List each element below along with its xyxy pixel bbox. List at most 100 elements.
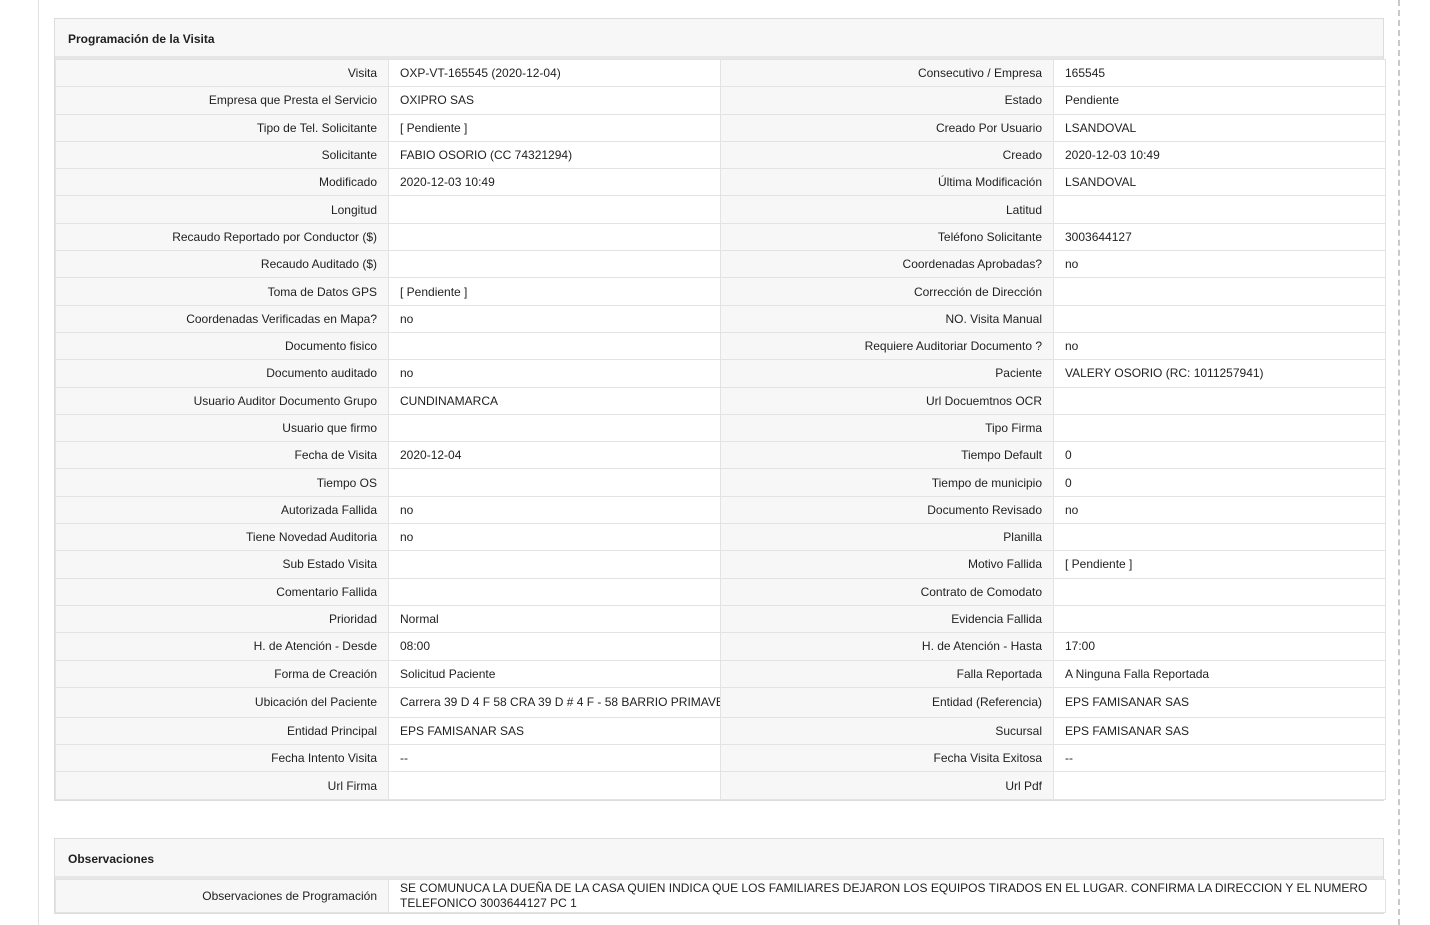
field-label: Comentario Fallida: [55, 577, 389, 606]
field-value: EPS FAMISANAR SAS: [1053, 686, 1386, 718]
field-label: Recaudo Auditado ($): [55, 250, 389, 279]
field-label: Latitud: [720, 195, 1054, 224]
detail-row: Solicitante FABIO OSORIO (CC 74321294) Cre…: [55, 140, 1386, 170]
field-value: Pendiente: [1053, 86, 1386, 115]
field-value: [ Pendiente ]: [388, 113, 721, 142]
field-label: Tipo Firma: [720, 413, 1054, 443]
field-label: Teléfono Solicitante: [720, 222, 1054, 252]
field-value: no: [388, 495, 721, 525]
field-value: Carrera 39 D 4 F 58 CRA 39 D # 4 F - 58 …: [388, 686, 721, 718]
observations-table: Observaciones de Programación SE COMUNUC…: [55, 879, 1386, 913]
field-label: Fecha de Visita: [55, 441, 389, 470]
field-value: A Ninguna Falla Reportada: [1053, 659, 1386, 688]
detail-row: Documento fisico Requiere Auditoriar Docu…: [55, 331, 1386, 361]
field-value: 165545: [1053, 58, 1386, 88]
observations-row: Observaciones de Programación SE COMUNUC…: [55, 879, 1386, 913]
field-value: [1053, 386, 1386, 415]
field-value: CUNDINAMARCA: [388, 386, 721, 415]
field-value: [388, 577, 721, 606]
detail-row: Sub Estado Visita Motivo Fallida[ Pendien…: [55, 550, 1386, 579]
detail-row: Url Firma Url Pdf: [55, 771, 1386, 800]
field-label: Coordenadas Aprobadas?: [720, 250, 1054, 279]
detail-row: Documento auditado no Paciente VALERY OSOR…: [55, 359, 1386, 388]
field-label: Tiempo de municipio: [720, 468, 1054, 497]
detail-row: Usuario que firmo Tipo Firma: [55, 413, 1386, 443]
field-label: Entidad Principal: [55, 716, 389, 746]
field-value: 2020-12-03 10:49: [1053, 140, 1386, 170]
field-value: [ Pendiente ]: [388, 277, 721, 306]
field-value: [1053, 523, 1386, 552]
field-value: 08:00: [388, 632, 721, 661]
field-label: Usuario que firmo: [55, 413, 389, 443]
right-dashed-divider: [1398, 0, 1400, 925]
detail-row: H. de Atención - Desde 08:00 H. de Atenció…: [55, 632, 1386, 661]
detail-row: Empresa que Presta el Servicio OXIPRO SAS…: [55, 86, 1386, 115]
field-value: no: [388, 359, 721, 388]
field-value: no: [388, 523, 721, 552]
field-label: Toma de Datos GPS: [55, 277, 389, 306]
field-value: no: [1053, 331, 1386, 361]
field-value: [388, 550, 721, 579]
visit-schedule-panel: Programación de la Visita Visita OXP-VT-1…: [54, 18, 1386, 801]
field-label: Url Pdf: [720, 771, 1054, 800]
field-label: Usuario Auditor Documento Grupo: [55, 386, 389, 415]
field-value: EPS FAMISANAR SAS: [388, 716, 721, 746]
field-label: Sucursal: [720, 716, 1054, 746]
field-value: --: [388, 744, 721, 773]
field-label: Autorizada Fallida: [55, 495, 389, 525]
observations-label: Observaciones de Programación: [55, 879, 389, 913]
detail-row: Comentario Fallida Contrato de Comodato: [55, 577, 1386, 606]
field-value: [1053, 577, 1386, 606]
field-value: [1053, 277, 1386, 306]
observations-panel: Observaciones Observaciones de Programac…: [54, 838, 1386, 914]
detail-row: Tipo de Tel. Solicitante[ Pendiente ] Cre…: [55, 113, 1386, 142]
field-label: Documento Revisado: [720, 495, 1054, 525]
field-value: [ Pendiente ]: [1053, 550, 1386, 579]
field-value: [388, 468, 721, 497]
detail-row: Autorizada Fallida no Documento Revisado …: [55, 495, 1386, 525]
field-label: Evidencia Fallida: [720, 604, 1054, 634]
field-value: no: [1053, 495, 1386, 525]
page: Programación de la Visita Visita OXP-VT-1…: [0, 0, 1430, 925]
field-value: Solicitud Paciente: [388, 659, 721, 688]
detail-row: Modificado 2020-12-03 10:49 Última Modific…: [55, 168, 1386, 197]
field-label: Tiempo OS: [55, 468, 389, 497]
visit-schedule-title: Programación de la Visita: [55, 19, 1383, 59]
detail-row: Fecha de Visita 2020-12-04 Tiempo Default…: [55, 441, 1386, 470]
field-value: VALERY OSORIO (RC: 1011257941): [1053, 359, 1386, 388]
field-label: Empresa que Presta el Servicio: [55, 86, 389, 115]
field-value: 17:00: [1053, 632, 1386, 661]
field-value: [1053, 413, 1386, 443]
field-label: H. de Atención - Hasta: [720, 632, 1054, 661]
field-label: Última Modificación: [720, 168, 1054, 197]
detail-row: Longitud Latitud: [55, 195, 1386, 224]
field-label: Modificado: [55, 168, 389, 197]
field-label: Solicitante: [55, 140, 389, 170]
field-label: Creado Por Usuario: [720, 113, 1054, 142]
field-value: 0: [1053, 441, 1386, 470]
field-label: Fecha Visita Exitosa: [720, 744, 1054, 773]
observations-title: Observaciones: [55, 839, 1383, 879]
field-value: Normal: [388, 604, 721, 634]
field-label: Prioridad: [55, 604, 389, 634]
field-label: Sub Estado Visita: [55, 550, 389, 579]
field-label: H. de Atención - Desde: [55, 632, 389, 661]
field-label: Planilla: [720, 523, 1054, 552]
field-label: Consecutivo / Empresa: [720, 58, 1054, 88]
detail-row: Ubicación del Paciente Carrera 39 D 4 F 5…: [55, 686, 1386, 718]
field-label: Tiene Novedad Auditoria: [55, 523, 389, 552]
field-label: NO. Visita Manual: [720, 304, 1054, 333]
field-value: [388, 250, 721, 279]
field-value: LSANDOVAL: [1053, 168, 1386, 197]
field-value: [388, 771, 721, 800]
field-value: --: [1053, 744, 1386, 773]
field-label: Paciente: [720, 359, 1054, 388]
field-label: Creado: [720, 140, 1054, 170]
detail-row: Usuario Auditor Documento Grupo CUNDINAMA…: [55, 386, 1386, 415]
field-value: [388, 331, 721, 361]
field-value: [1053, 604, 1386, 634]
field-value: [1053, 195, 1386, 224]
field-value: 0: [1053, 468, 1386, 497]
field-label: Visita: [55, 58, 389, 88]
field-label: Url Firma: [55, 771, 389, 800]
